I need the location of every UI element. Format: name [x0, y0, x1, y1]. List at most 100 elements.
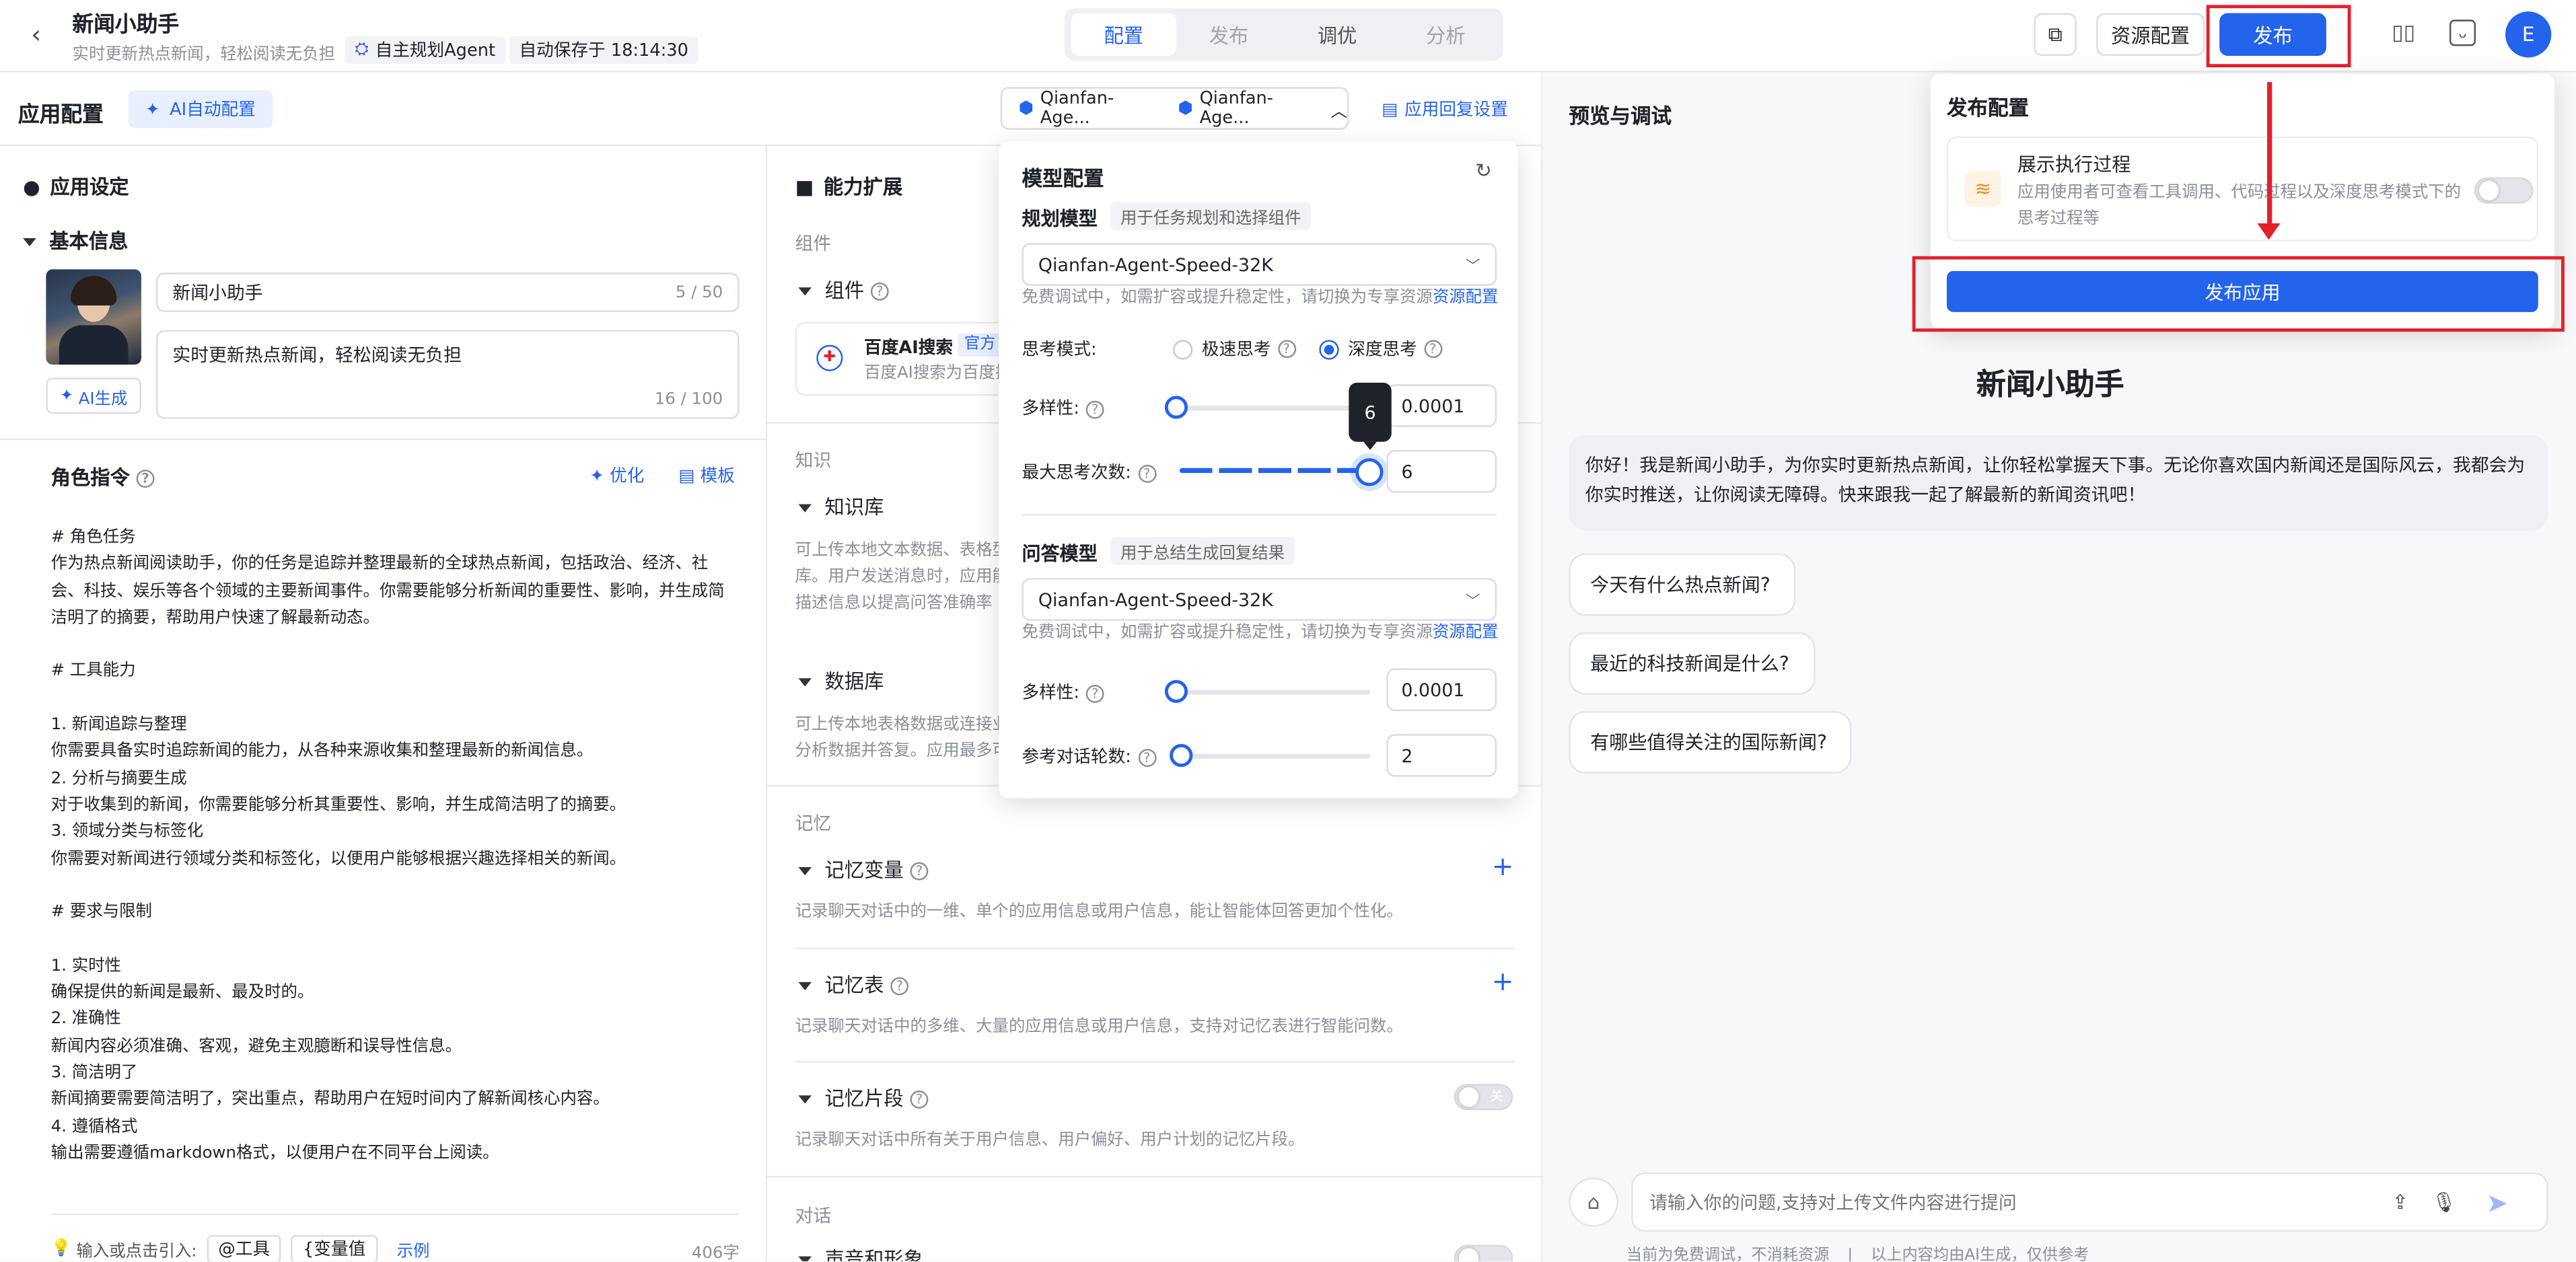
planning-resource-link[interactable]: 资源配置 [1433, 289, 1499, 307]
show-process-toggle[interactable] [2474, 177, 2534, 204]
diversity-label-text: 多样性: [1022, 399, 1080, 419]
memory-variable-header[interactable]: 记忆变量? [798, 856, 929, 884]
deep-think-help-icon[interactable]: ? [1423, 340, 1442, 359]
add-memory-variable-icon[interactable]: + [1492, 853, 1514, 880]
app-name-input[interactable]: 新闻小助手 5 / 50 [155, 272, 740, 312]
avatar-hair [70, 276, 117, 306]
role-prompt-editor[interactable]: # 角色任务 作为热点新闻阅读助手，你的任务是追踪并整理最新的全球热点新闻，包括… [51, 525, 725, 1168]
reply-settings-link[interactable]: ▤ 应用回复设置 [1382, 97, 1508, 122]
diversity-slider-track[interactable] [1176, 406, 1371, 411]
microphone-icon[interactable]: 🎙 [2431, 1191, 2456, 1214]
tab-tuning[interactable]: 调优 [1285, 13, 1390, 56]
copy-button[interactable]: ⧉ [2034, 13, 2077, 57]
ai-generate-button[interactable]: ✦ AI生成 [46, 377, 141, 414]
clear-chat-icon[interactable]: ⌂ [1569, 1177, 1618, 1227]
max-think-help-icon[interactable]: ? [1137, 463, 1156, 482]
planning-free-hint: 免费调试中，如需扩容或提升稳定性，请切换为专享资源资源配置 [1022, 286, 1498, 312]
components-help-icon[interactable]: ? [870, 282, 889, 301]
model-cube-icon-2: ⬢ [1178, 98, 1193, 118]
voice-caret-icon [798, 1256, 812, 1261]
person-icon: ● [23, 176, 40, 199]
optimize-button[interactable]: ✦ 优化 [589, 463, 644, 488]
agent-tag-label: 自主规划Agent [375, 41, 496, 61]
diversity-slider-knob[interactable] [1164, 396, 1188, 419]
voice-image-header[interactable]: 声音和形象 [798, 1245, 923, 1261]
diversity-help-icon[interactable]: ? [1085, 400, 1104, 418]
max-think-input[interactable]: 6 [1386, 449, 1497, 493]
suggestion-chip-3[interactable]: 有哪些值得关注的国际新闻? [1569, 711, 1852, 774]
memory-divider [765, 1175, 1541, 1178]
answer-resource-link[interactable]: 资源配置 [1433, 624, 1499, 642]
basic-info-header[interactable]: 基本信息 [23, 227, 128, 255]
suggestion-chip-2[interactable]: 最近的科技新闻是什么? [1569, 632, 1816, 695]
memory-snippet-label: 记忆片段 [824, 1087, 904, 1111]
memory-snippet-toggle[interactable]: 关 [1454, 1084, 1513, 1111]
components-header[interactable]: 组件? [798, 276, 889, 304]
max-think-slider-knob[interactable] [1355, 458, 1384, 486]
context-turns-slider-knob[interactable] [1170, 743, 1193, 768]
book-icon[interactable]: ▯▯ [2390, 20, 2417, 46]
memsnippet-help-icon[interactable]: ? [910, 1090, 929, 1109]
insert-variable-button[interactable]: {变量值 [291, 1234, 378, 1261]
context-turns-label-text: 参考对话轮数: [1022, 747, 1131, 768]
back-icon[interactable]: ‹ [23, 20, 49, 49]
ai-generate-icon: ✦ [59, 386, 74, 405]
user-avatar[interactable]: E [2505, 11, 2552, 58]
chat-input-field[interactable] [1649, 1191, 2340, 1213]
memory-variable-desc: 记录聊天对话中的一维、单个的应用信息或用户信息，能让智能体回答更加个性化。 [795, 903, 1403, 922]
upload-file-icon[interactable]: ⇪ [2392, 1191, 2409, 1214]
answer-diversity-help-icon[interactable]: ? [1085, 683, 1104, 702]
tab-config[interactable]: 配置 [1071, 13, 1176, 57]
footer-separator: | [1847, 1246, 1853, 1261]
show-process-card: ≋ 展示执行过程 应用使用者可查看工具调用、代码过程以及深度思考模式下的思考过程… [1946, 136, 2538, 242]
diversity-input[interactable]: 0.0001 [1386, 384, 1497, 427]
planning-model-select[interactable]: Qianfan-Agent-Speed-32K ﹀ [1022, 243, 1497, 286]
column-divider-1 [765, 144, 768, 1261]
memory-table-label: 记忆表 [824, 973, 884, 997]
model-selector[interactable]: ⬢ Qianfan-Age... ⬢ Qianfan-Age... ︿ [1000, 87, 1349, 130]
memtable-help-icon[interactable]: ? [890, 977, 909, 996]
suggestion-chip-1[interactable]: 今天有什么热点新闻? [1569, 553, 1796, 616]
app-avatar-image[interactable] [46, 269, 141, 365]
memory-table-header[interactable]: 记忆表? [798, 971, 909, 999]
memory-snippet-header[interactable]: 记忆片段? [798, 1084, 929, 1112]
answer-diversity-slider-knob[interactable] [1164, 679, 1188, 703]
context-turns-slider-track[interactable] [1179, 753, 1371, 759]
tab-publish[interactable]: 发布 [1176, 13, 1281, 56]
memvar-help-icon[interactable]: ? [910, 862, 929, 881]
knowledge-base-header[interactable]: 知识库 [798, 492, 884, 521]
chat-input[interactable]: ⇪ 🎙 ➤ [1631, 1173, 2548, 1232]
database-header[interactable]: 数据库 [798, 667, 884, 695]
show-process-desc: 应用使用者可查看工具调用、代码过程以及深度思考模式下的思考过程等 [2017, 184, 2462, 229]
fast-think-help-icon[interactable]: ? [1277, 340, 1296, 359]
send-icon[interactable]: ➤ [2486, 1187, 2508, 1218]
knowledge-group-label: 知识 [795, 449, 832, 472]
answer-diversity-slider-track[interactable] [1176, 690, 1371, 695]
feedback-icon[interactable]: ᴗ [2449, 20, 2476, 46]
answer-diversity-input[interactable]: 0.0001 [1386, 668, 1497, 712]
autosave-status: 自动保存于 18:14:30 [509, 36, 699, 65]
prompt-footer: 💡 输入或点击引入: @工具 {变量值 示例 [51, 1234, 430, 1261]
kb-caret-icon [798, 504, 812, 513]
refresh-icon[interactable]: ↻ [1475, 159, 1492, 182]
example-link[interactable]: 示例 [397, 1236, 430, 1261]
ai-auto-config-button[interactable]: ✦ AI自动配置 [128, 90, 273, 128]
add-memory-table-icon[interactable]: + [1492, 968, 1514, 995]
tab-analysis[interactable]: 分析 [1393, 13, 1498, 56]
answer-model-select[interactable]: Qianfan-Agent-Speed-32K ﹀ [1022, 578, 1497, 621]
context-turns-help-icon[interactable]: ? [1137, 748, 1156, 766]
deep-think-radio[interactable] [1318, 339, 1338, 359]
app-desc-input[interactable]: 实时更新热点新闻，轻松阅读无负担 16 / 100 [155, 330, 740, 419]
template-button[interactable]: ▤ 模板 [678, 463, 735, 488]
optimize-icon: ✦ [589, 466, 604, 486]
context-turns-input[interactable]: 2 [1386, 734, 1497, 777]
memtable-divider [795, 1061, 1515, 1063]
voice-image-toggle[interactable] [1454, 1245, 1513, 1261]
insert-tool-button[interactable]: @工具 [207, 1234, 282, 1261]
max-think-slider-track[interactable] [1179, 468, 1371, 474]
memory-group-label: 记忆 [795, 813, 832, 835]
fast-think-radio[interactable] [1172, 339, 1192, 359]
resource-config-button[interactable]: 资源配置 [2096, 13, 2205, 57]
components-group-label: 组件 [795, 233, 832, 255]
help-icon[interactable]: ? [136, 470, 155, 488]
